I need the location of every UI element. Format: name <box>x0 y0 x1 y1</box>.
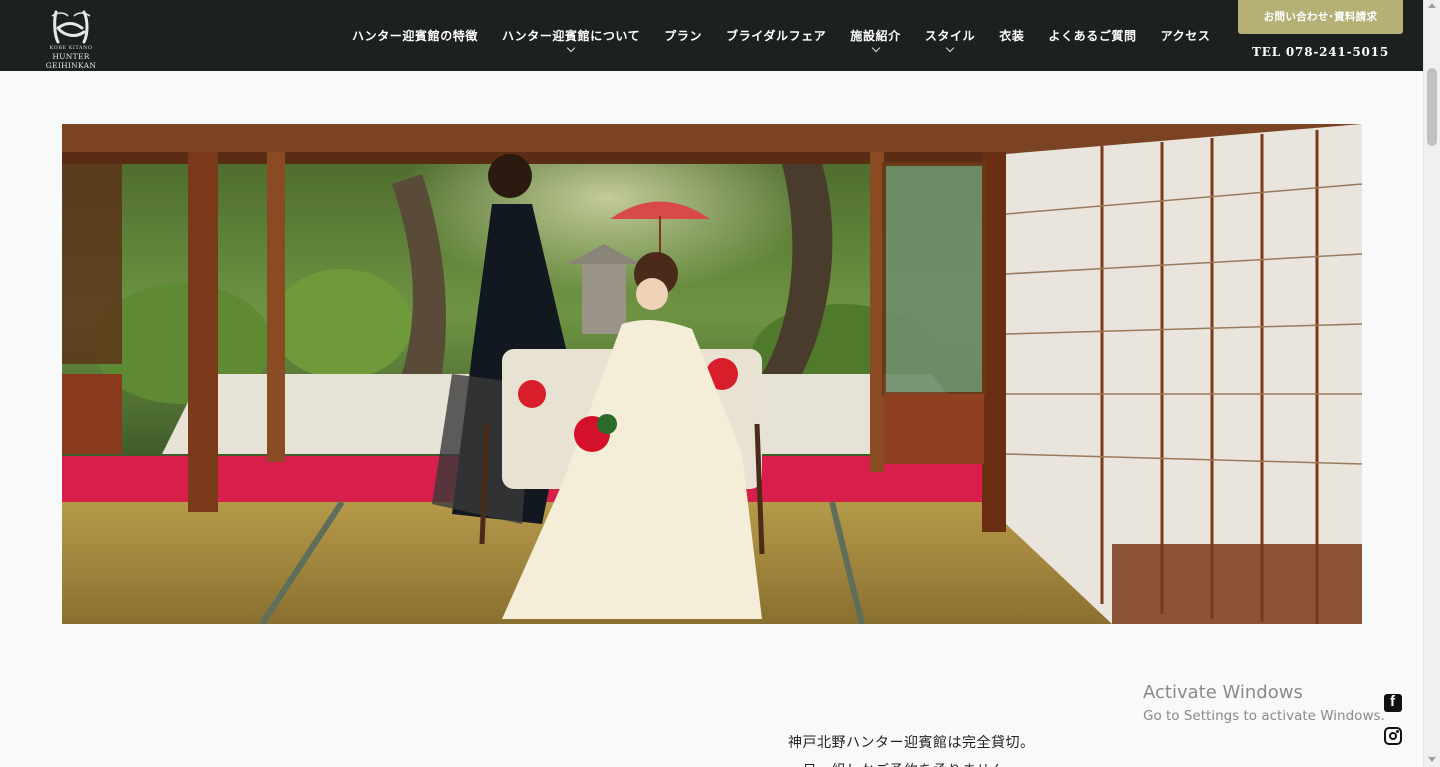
chevron-down-icon[interactable] <box>566 43 576 53</box>
nav-item-label: 衣装 <box>999 29 1025 43</box>
nav-item-label: ハンター迎賓館の特徴 <box>352 29 479 43</box>
intro-text: 神戸北野ハンター迎賓館は完全貸切。 一日一組しかご予約を承りません。 <box>788 729 1035 767</box>
nav-item-label: スタイル <box>924 29 976 43</box>
intro-line-1: 神戸北野ハンター迎賓館は完全貸切。 <box>788 735 1035 751</box>
instagram-icon[interactable] <box>1384 727 1402 745</box>
contact-request-button[interactable]: お問い合わせ･資料請求 <box>1238 0 1403 34</box>
site-logo[interactable]: KOBE KITANO HUNTER GEIHINKAN <box>26 8 116 70</box>
nav-item-5[interactable]: 施設紹介 <box>838 27 912 53</box>
activate-windows-subtitle: Go to Settings to activate Windows. <box>1143 708 1385 724</box>
phone-number[interactable]: TEL 078-241-5015 <box>1238 45 1403 59</box>
nav-item-7[interactable]: 衣装 <box>987 27 1036 45</box>
activate-windows-title: Activate Windows <box>1143 682 1303 703</box>
logo-name: HUNTER GEIHINKAN <box>45 52 97 70</box>
chevron-down-icon[interactable] <box>945 43 955 53</box>
nav-item-label: 施設紹介 <box>850 29 901 43</box>
hero-wedding-photo <box>62 124 1362 624</box>
facebook-icon[interactable]: f <box>1384 693 1402 712</box>
scroll-up-arrow-icon[interactable] <box>1428 3 1436 8</box>
nav-item-4[interactable]: ブライダルフェア <box>714 27 838 45</box>
nav-item-8[interactable]: よくあるご質問 <box>1036 27 1148 45</box>
activate-windows-watermark: Activate Windows Go to Settings to activ… <box>1143 682 1385 727</box>
intro-line-2: 一日一組しかご予約を承りません。 <box>788 757 1035 767</box>
nav-item-2[interactable]: ハンター迎賓館について <box>490 27 652 53</box>
nav-item-label: ハンター迎賓館について <box>502 29 641 43</box>
scroll-down-arrow-icon[interactable] <box>1428 757 1436 762</box>
nav-item-3[interactable]: プラン <box>652 27 714 45</box>
nav-item-label: アクセス <box>1160 29 1211 43</box>
main-nav: ハンター迎賓館の特徴 ハンター迎賓館について プラン ブライダルフェア 施設紹介 スタイル… <box>340 27 1223 53</box>
nav-item-9[interactable]: アクセス <box>1149 27 1223 45</box>
nav-item-label: ブライダルフェア <box>726 29 827 43</box>
chevron-down-icon[interactable] <box>871 43 880 53</box>
site-header: KOBE KITANO HUNTER GEIHINKAN ハンター迎賓館の特徴ハ… <box>0 0 1423 71</box>
logo-mark-icon <box>51 10 91 44</box>
logo-subtext: KOBE KITANO <box>49 45 93 51</box>
scroll-thumb[interactable] <box>1427 68 1437 146</box>
nav-item-label: よくあるご質問 <box>1048 29 1137 43</box>
nav-item-label: プラン <box>664 29 703 43</box>
nav-item-6[interactable]: スタイル <box>913 27 987 53</box>
nav-item-1[interactable]: ハンター迎賓館の特徴 <box>340 27 490 45</box>
page-scrollbar[interactable] <box>1423 0 1440 767</box>
